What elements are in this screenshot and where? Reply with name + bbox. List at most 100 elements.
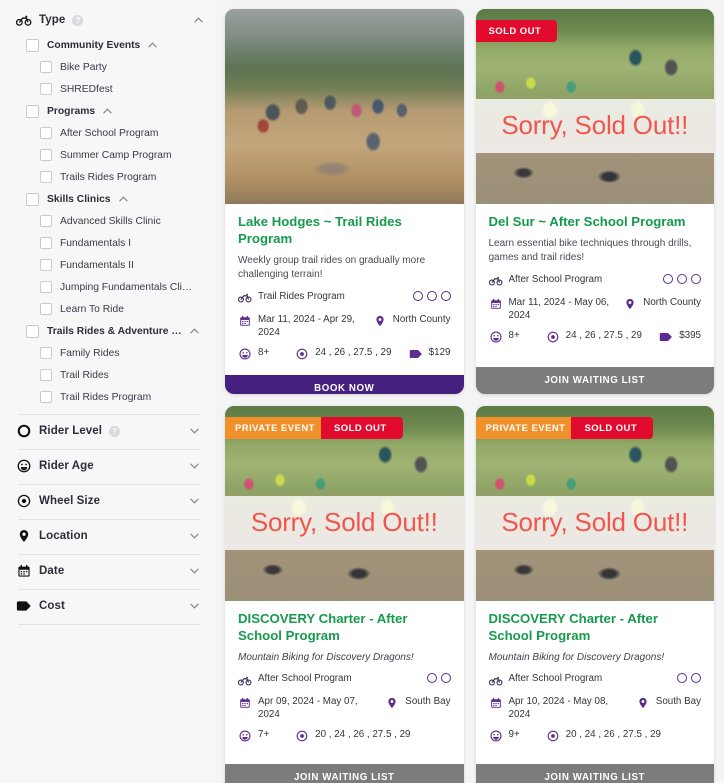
filter-section-rider-level[interactable]: Rider Level ?: [16, 415, 203, 443]
chevron-down-icon[interactable]: [118, 196, 128, 202]
filter-option[interactable]: Advanced Skills Clinic: [16, 210, 203, 232]
filter-option-label: Trail Rides: [60, 369, 109, 381]
card-cta-button[interactable]: JOIN WAITING LIST: [475, 764, 714, 783]
event-card[interactable]: Lake Hodges ~ Trail Rides Program Weekly…: [225, 9, 464, 394]
filter-section-date[interactable]: Date: [16, 555, 203, 583]
filter-section-wheel-size[interactable]: Wheel Size: [16, 485, 203, 513]
rider-level-indicator: [426, 673, 451, 684]
filter-section-type[interactable]: Type ?: [16, 6, 203, 34]
filters-sidebar: Type ? Community Events Bike Party SHRED…: [0, 0, 215, 783]
filter-option[interactable]: After School Program: [16, 122, 203, 144]
rider-level-dot: [440, 290, 451, 301]
checkbox[interactable]: [26, 38, 39, 52]
event-card-grid: Lake Hodges ~ Trail Rides Program Weekly…: [215, 0, 724, 783]
card-program-row: After School Program: [488, 672, 701, 688]
checkbox[interactable]: [40, 149, 52, 161]
filter-option[interactable]: Summer Camp Program: [16, 144, 203, 166]
card-specs-row: 7+ 20 , 24 , 26 , 27.5 , 29: [238, 728, 451, 744]
rider-level-dot: [426, 290, 437, 301]
card-description: Learn essential bike techniques through …: [488, 237, 692, 264]
chevron-down-icon[interactable]: [190, 533, 203, 539]
filter-group-checkbox[interactable]: Skills Clinics: [16, 188, 203, 210]
checkbox[interactable]: [40, 281, 52, 293]
event-card[interactable]: Sorry, Sold Out!! SOLD OUT Del Sur ~ Aft…: [475, 9, 714, 394]
chevron-down-icon[interactable]: [103, 108, 112, 114]
badge-private: PRIVATE EVENT: [225, 417, 331, 439]
card-rider-age-value: 8+: [508, 330, 520, 342]
filter-option[interactable]: Family Rides: [16, 342, 203, 364]
rider-level-dot: [691, 273, 701, 284]
checkbox[interactable]: [40, 83, 52, 95]
map-pin-icon: [623, 297, 637, 311]
filter-option[interactable]: Bike Party: [16, 56, 203, 78]
checkbox[interactable]: [40, 347, 52, 359]
bike-icon: [238, 673, 252, 687]
bike-icon: [238, 291, 252, 305]
checkbox[interactable]: [40, 259, 52, 271]
filter-option[interactable]: SHREDfest: [16, 78, 203, 100]
filter-section-rider-age[interactable]: Rider Age: [16, 450, 203, 478]
card-rider-age: 7+: [238, 728, 269, 743]
bike-icon: [16, 12, 32, 28]
checkbox[interactable]: [40, 237, 52, 249]
filter-option-label: Trail Rides Program: [60, 391, 152, 403]
card-cta-button[interactable]: BOOK NOW: [225, 374, 464, 394]
filter-option[interactable]: Learn To Ride: [16, 298, 203, 320]
card-cta-button[interactable]: JOIN WAITING LIST: [475, 367, 714, 394]
checkbox[interactable]: [40, 391, 52, 403]
map-pin-icon: [636, 696, 650, 710]
calendar-icon: [489, 696, 503, 710]
filter-group-checkbox[interactable]: Community Events: [16, 34, 203, 56]
chevron-down-icon[interactable]: [190, 568, 203, 574]
filter-section-cost[interactable]: Cost: [16, 590, 203, 618]
checkbox[interactable]: [40, 61, 52, 73]
sold-out-overlay: Sorry, Sold Out!!: [475, 495, 714, 550]
checkbox[interactable]: [40, 127, 52, 139]
checkbox[interactable]: [26, 104, 39, 118]
card-program-type: After School Program: [488, 273, 602, 288]
checkbox[interactable]: [26, 192, 39, 206]
card-image: Sorry, Sold Out!! PRIVATE EVENT SOLD OUT: [475, 406, 714, 601]
filter-group-checkbox[interactable]: Trails Rides & Adventure …: [16, 320, 203, 342]
rider-level-indicator: [677, 673, 701, 684]
filter-option[interactable]: Trails Rides Program: [16, 166, 203, 188]
card-image: Sorry, Sold Out!! SOLD OUT: [475, 9, 714, 204]
filter-option[interactable]: Fundamentals II: [16, 254, 203, 276]
filter-option[interactable]: Trail Rides: [16, 364, 203, 386]
checkbox[interactable]: [26, 324, 39, 338]
target-icon: [295, 347, 309, 361]
chevron-down-icon[interactable]: [190, 17, 203, 23]
event-card[interactable]: Sorry, Sold Out!! PRIVATE EVENT SOLD OUT …: [225, 406, 464, 783]
smiley-icon: [489, 330, 503, 344]
checkbox[interactable]: [40, 171, 52, 183]
filter-option[interactable]: Trail Rides Program: [16, 386, 203, 408]
rider-level-dot: [663, 273, 673, 284]
rider-level-dot: [677, 273, 687, 284]
checkbox[interactable]: [40, 303, 52, 315]
card-cta-button[interactable]: JOIN WAITING LIST: [225, 764, 464, 783]
card-program-type: After School Program: [488, 672, 602, 687]
chevron-down-icon[interactable]: [148, 42, 157, 48]
filter-group-label: Programs: [47, 105, 96, 117]
event-card[interactable]: Sorry, Sold Out!! PRIVATE EVENT SOLD OUT …: [475, 406, 714, 783]
map-pin-icon: [373, 314, 387, 328]
card-specs-row: 8+ 24 , 26 , 27.5 , 29 $129: [238, 346, 451, 362]
chevron-down-icon[interactable]: [189, 328, 199, 334]
filter-option[interactable]: Jumping Fundamentals Cli…: [16, 276, 203, 298]
sold-out-overlay-text: Sorry, Sold Out!!: [501, 110, 689, 141]
help-icon[interactable]: ?: [72, 14, 84, 26]
checkbox[interactable]: [40, 215, 52, 227]
card-title: Del Sur ~ After School Program: [488, 214, 686, 229]
chevron-down-icon[interactable]: [190, 428, 203, 434]
chevron-down-icon[interactable]: [190, 463, 203, 469]
chevron-down-icon[interactable]: [190, 498, 203, 504]
filter-group-checkbox[interactable]: Programs: [16, 100, 203, 122]
checkbox[interactable]: [40, 369, 52, 381]
card-wheel-sizes-value: 20 , 24 , 26 , 27.5 , 29: [315, 729, 411, 741]
target-icon: [546, 729, 560, 743]
help-icon[interactable]: ?: [109, 425, 121, 437]
filter-option[interactable]: Fundamentals I: [16, 232, 203, 254]
filter-section-location[interactable]: Location: [16, 520, 203, 548]
card-wheel-sizes: 20 , 24 , 26 , 27.5 , 29: [546, 728, 661, 743]
chevron-down-icon[interactable]: [190, 603, 203, 609]
